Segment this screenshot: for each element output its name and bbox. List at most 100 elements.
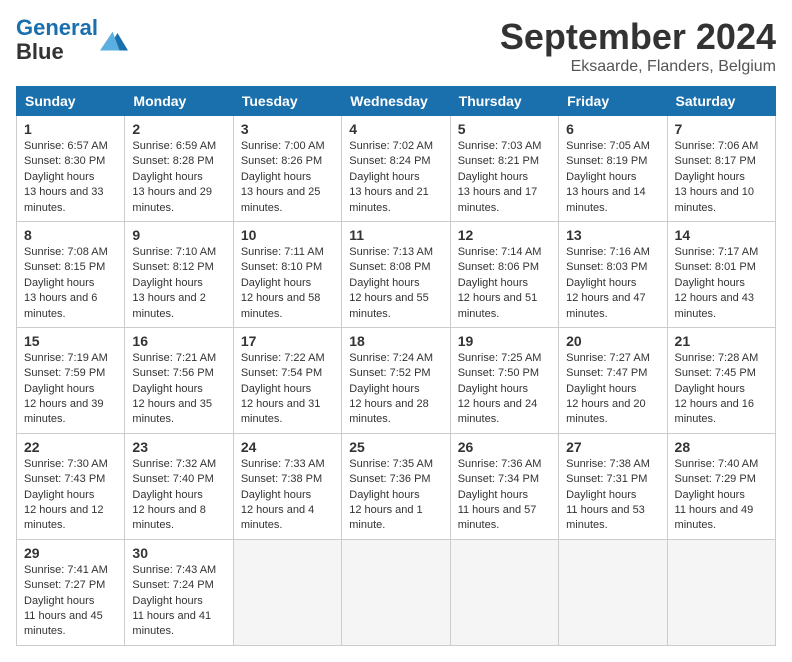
daylight-label: Daylight hours [458, 383, 528, 395]
day-number: 15 [24, 333, 117, 349]
cell-info: Sunrise: 7:32 AM Sunset: 7:40 PM Dayligh… [132, 457, 225, 534]
sunrise-label: Sunrise: 7:27 AM [566, 352, 650, 364]
calendar-row: 29 Sunrise: 7:41 AM Sunset: 7:27 PM Dayl… [17, 539, 776, 645]
sunset-label: Sunset: 8:17 PM [675, 155, 756, 167]
cell-info: Sunrise: 7:05 AM Sunset: 8:19 PM Dayligh… [566, 139, 659, 216]
daylight-duration: 12 hours and 20 minutes. [566, 398, 646, 425]
col-wednesday: Wednesday [342, 87, 450, 116]
sunrise-label: Sunrise: 7:11 AM [241, 246, 324, 258]
month-title: September 2024 [500, 16, 776, 58]
daylight-label: Daylight hours [24, 595, 94, 607]
daylight-label: Daylight hours [241, 383, 311, 395]
daylight-label: Daylight hours [349, 171, 419, 183]
calendar-cell: 22 Sunrise: 7:30 AM Sunset: 7:43 PM Dayl… [17, 433, 125, 539]
calendar-cell: 24 Sunrise: 7:33 AM Sunset: 7:38 PM Dayl… [233, 433, 341, 539]
day-number: 3 [241, 121, 334, 137]
daylight-label: Daylight hours [675, 489, 745, 501]
sunset-label: Sunset: 8:10 PM [241, 261, 322, 273]
daylight-duration: 12 hours and 8 minutes. [132, 504, 205, 531]
sunset-label: Sunset: 8:21 PM [458, 155, 539, 167]
cell-info: Sunrise: 7:06 AM Sunset: 8:17 PM Dayligh… [675, 139, 768, 216]
sunset-label: Sunset: 8:15 PM [24, 261, 105, 273]
calendar-cell: 29 Sunrise: 7:41 AM Sunset: 7:27 PM Dayl… [17, 539, 125, 645]
cell-info: Sunrise: 6:59 AM Sunset: 8:28 PM Dayligh… [132, 139, 225, 216]
location: Eksaarde, Flanders, Belgium [500, 58, 776, 76]
calendar-cell: 15 Sunrise: 7:19 AM Sunset: 7:59 PM Dayl… [17, 327, 125, 433]
sunrise-label: Sunrise: 7:24 AM [349, 352, 433, 364]
calendar-cell: 11 Sunrise: 7:13 AM Sunset: 8:08 PM Dayl… [342, 221, 450, 327]
daylight-label: Daylight hours [349, 277, 419, 289]
day-number: 10 [241, 227, 334, 243]
daylight-duration: 13 hours and 25 minutes. [241, 186, 321, 213]
daylight-label: Daylight hours [349, 489, 419, 501]
sunset-label: Sunset: 8:01 PM [675, 261, 756, 273]
sunrise-label: Sunrise: 7:16 AM [566, 246, 650, 258]
daylight-duration: 13 hours and 29 minutes. [132, 186, 212, 213]
calendar-cell: 2 Sunrise: 6:59 AM Sunset: 8:28 PM Dayli… [125, 116, 233, 222]
sunrise-label: Sunrise: 7:02 AM [349, 140, 433, 152]
sunrise-label: Sunrise: 7:21 AM [132, 352, 216, 364]
day-number: 29 [24, 545, 117, 561]
daylight-label: Daylight hours [566, 489, 636, 501]
cell-info: Sunrise: 7:16 AM Sunset: 8:03 PM Dayligh… [566, 245, 659, 322]
sunrise-label: Sunrise: 7:10 AM [132, 246, 216, 258]
day-number: 1 [24, 121, 117, 137]
sunrise-label: Sunrise: 7:35 AM [349, 458, 433, 470]
cell-info: Sunrise: 7:24 AM Sunset: 7:52 PM Dayligh… [349, 351, 442, 428]
sunrise-label: Sunrise: 7:17 AM [675, 246, 759, 258]
cell-info: Sunrise: 7:28 AM Sunset: 7:45 PM Dayligh… [675, 351, 768, 428]
day-number: 28 [675, 439, 768, 455]
cell-info: Sunrise: 7:10 AM Sunset: 8:12 PM Dayligh… [132, 245, 225, 322]
sunrise-label: Sunrise: 7:33 AM [241, 458, 325, 470]
sunrise-label: Sunrise: 7:14 AM [458, 246, 542, 258]
sunset-label: Sunset: 8:06 PM [458, 261, 539, 273]
sunrise-label: Sunrise: 7:38 AM [566, 458, 650, 470]
calendar-cell: 28 Sunrise: 7:40 AM Sunset: 7:29 PM Dayl… [667, 433, 775, 539]
cell-info: Sunrise: 7:13 AM Sunset: 8:08 PM Dayligh… [349, 245, 442, 322]
day-number: 18 [349, 333, 442, 349]
calendar-cell: 21 Sunrise: 7:28 AM Sunset: 7:45 PM Dayl… [667, 327, 775, 433]
calendar-cell: 14 Sunrise: 7:17 AM Sunset: 8:01 PM Dayl… [667, 221, 775, 327]
daylight-label: Daylight hours [566, 171, 636, 183]
daylight-duration: 12 hours and 58 minutes. [241, 292, 321, 319]
sunrise-label: Sunrise: 7:06 AM [675, 140, 759, 152]
calendar-table: Sunday Monday Tuesday Wednesday Thursday… [16, 86, 776, 646]
cell-info: Sunrise: 7:38 AM Sunset: 7:31 PM Dayligh… [566, 457, 659, 534]
col-friday: Friday [559, 87, 667, 116]
cell-info: Sunrise: 7:40 AM Sunset: 7:29 PM Dayligh… [675, 457, 768, 534]
daylight-duration: 12 hours and 16 minutes. [675, 398, 755, 425]
sunrise-label: Sunrise: 7:19 AM [24, 352, 108, 364]
day-number: 12 [458, 227, 551, 243]
calendar-cell: 30 Sunrise: 7:43 AM Sunset: 7:24 PM Dayl… [125, 539, 233, 645]
cell-info: Sunrise: 7:02 AM Sunset: 8:24 PM Dayligh… [349, 139, 442, 216]
cell-info: Sunrise: 7:17 AM Sunset: 8:01 PM Dayligh… [675, 245, 768, 322]
logo-text: General Blue [16, 16, 98, 64]
calendar-cell: 9 Sunrise: 7:10 AM Sunset: 8:12 PM Dayli… [125, 221, 233, 327]
cell-info: Sunrise: 7:03 AM Sunset: 8:21 PM Dayligh… [458, 139, 551, 216]
calendar-row: 1 Sunrise: 6:57 AM Sunset: 8:30 PM Dayli… [17, 116, 776, 222]
sunrise-label: Sunrise: 7:43 AM [132, 564, 216, 576]
daylight-label: Daylight hours [566, 383, 636, 395]
day-number: 5 [458, 121, 551, 137]
daylight-duration: 13 hours and 2 minutes. [132, 292, 205, 319]
cell-info: Sunrise: 7:19 AM Sunset: 7:59 PM Dayligh… [24, 351, 117, 428]
cell-info: Sunrise: 6:57 AM Sunset: 8:30 PM Dayligh… [24, 139, 117, 216]
calendar-cell: 26 Sunrise: 7:36 AM Sunset: 7:34 PM Dayl… [450, 433, 558, 539]
calendar-cell: 10 Sunrise: 7:11 AM Sunset: 8:10 PM Dayl… [233, 221, 341, 327]
sunrise-label: Sunrise: 7:13 AM [349, 246, 433, 258]
daylight-duration: 13 hours and 33 minutes. [24, 186, 104, 213]
cell-info: Sunrise: 7:33 AM Sunset: 7:38 PM Dayligh… [241, 457, 334, 534]
day-number: 25 [349, 439, 442, 455]
sunset-label: Sunset: 8:26 PM [241, 155, 322, 167]
day-number: 27 [566, 439, 659, 455]
calendar-row: 22 Sunrise: 7:30 AM Sunset: 7:43 PM Dayl… [17, 433, 776, 539]
sunrise-label: Sunrise: 7:32 AM [132, 458, 216, 470]
daylight-duration: 12 hours and 35 minutes. [132, 398, 212, 425]
day-number: 7 [675, 121, 768, 137]
cell-info: Sunrise: 7:08 AM Sunset: 8:15 PM Dayligh… [24, 245, 117, 322]
day-number: 11 [349, 227, 442, 243]
day-number: 21 [675, 333, 768, 349]
sunrise-label: Sunrise: 7:08 AM [24, 246, 108, 258]
calendar-cell: 17 Sunrise: 7:22 AM Sunset: 7:54 PM Dayl… [233, 327, 341, 433]
calendar-cell: 7 Sunrise: 7:06 AM Sunset: 8:17 PM Dayli… [667, 116, 775, 222]
